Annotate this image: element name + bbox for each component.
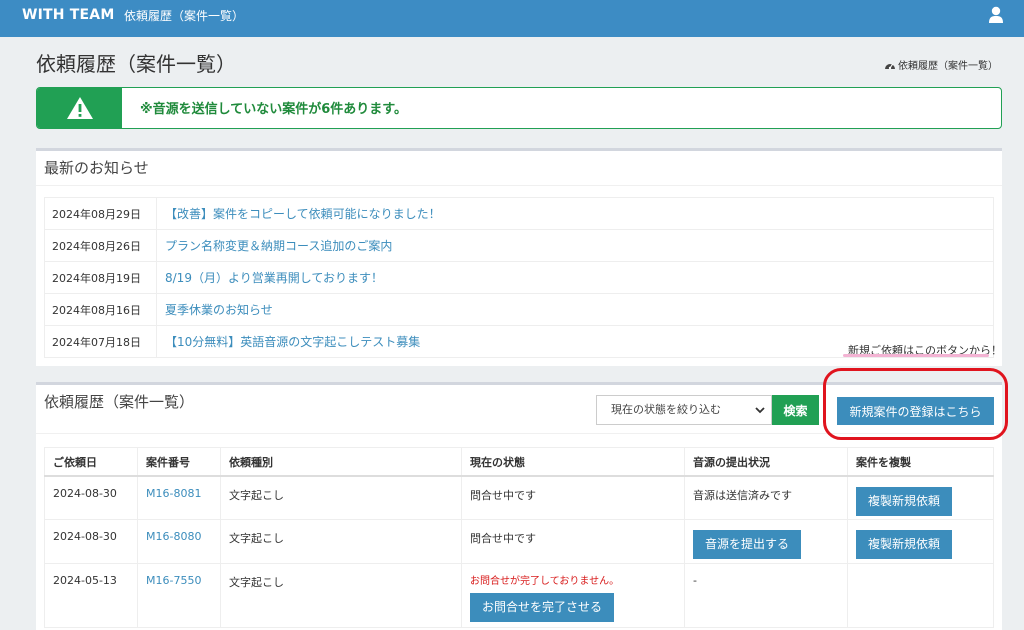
status-filter-select[interactable]: 現在の状態を絞り込む — [596, 395, 772, 425]
breadcrumb[interactable]: 依頼履歴（案件一覧） — [884, 57, 998, 72]
cell-audio-status: 音源は送信済みです — [684, 475, 848, 520]
duplicate-request-button[interactable]: 複製新規依頼 — [856, 486, 953, 516]
col-header-type: 依頼種別 — [220, 447, 462, 477]
inquiry-incomplete-warning: お問合せが完了しておりません。 — [470, 576, 620, 587]
table-row: 2024-05-13 M16-7550 文字起こし お問合せが完了しておりません… — [44, 563, 994, 628]
news-link[interactable]: プラン名称変更＆納期コース追加のご案内 — [156, 229, 994, 262]
cell-date: 2024-08-30 — [44, 519, 138, 564]
table-row: 2024-08-30 M16-8081 文字起こし 問合せ中です 音源は送信済み… — [44, 475, 994, 520]
complete-inquiry-button[interactable]: お問合せを完了させる — [470, 593, 615, 622]
news-date: 2024年08月29日 — [44, 197, 157, 230]
news-panel-title: 最新のお知らせ — [44, 159, 149, 177]
news-row: 2024年08月19日 8/19（月）より営業再開しております！ — [44, 261, 994, 294]
news-row: 2024年08月29日 【改善】案件をコピーして依頼可能になりました！ — [44, 197, 994, 230]
hint-underline — [843, 354, 989, 357]
news-row: 2024年08月16日 夏季休業のお知らせ — [44, 293, 994, 326]
nav-link-request-history[interactable]: 依頼履歴（案件一覧） — [124, 7, 244, 24]
cell-duplicate — [847, 563, 994, 628]
table-row: 2024-08-30 M16-8080 文字起こし 問合せ中です 音源を提出する… — [44, 519, 994, 564]
cell-duplicate: 複製新規依頼 — [847, 475, 994, 520]
cell-type: 文字起こし — [220, 519, 462, 564]
news-date: 2024年07月18日 — [44, 325, 157, 358]
status-filter-value: 現在の状態を絞り込む — [611, 403, 721, 416]
brand-logo[interactable]: WITH TEAM — [22, 7, 114, 23]
breadcrumb-label[interactable]: 依頼履歴（案件一覧） — [898, 57, 998, 72]
cell-case-number: M16-8080 — [137, 519, 221, 564]
case-number-link[interactable]: M16-8080 — [146, 530, 201, 543]
warning-triangle-icon — [66, 97, 93, 119]
cell-type: 文字起こし — [220, 475, 462, 520]
divider — [36, 185, 1002, 186]
cell-audio-status: 音源を提出する — [684, 519, 848, 564]
unsent-audio-alert: ※音源を送信していない案件が6件あります。 — [36, 87, 1002, 129]
duplicate-request-button[interactable]: 複製新規依頼 — [856, 530, 953, 559]
cell-date: 2024-05-13 — [44, 563, 138, 628]
cases-panel: 依頼履歴（案件一覧） 現在の状態を絞り込む 検索 新規案件の登録はこちら ご依頼… — [36, 382, 1002, 630]
cell-duplicate: 複製新規依頼 — [847, 519, 994, 564]
case-number-link[interactable]: M16-7550 — [146, 574, 201, 587]
cell-status: 問合せ中です — [461, 475, 685, 520]
col-header-audio-status: 音源の提出状況 — [684, 447, 848, 477]
divider — [36, 433, 1002, 434]
case-number-link[interactable]: M16-8081 — [146, 487, 201, 500]
table-header-row: ご依頼日 案件番号 依頼種別 現在の状態 音源の提出状況 案件を複製 — [44, 447, 994, 477]
cell-type: 文字起こし — [220, 563, 462, 628]
chevron-down-icon — [755, 407, 765, 414]
news-row: 2024年08月26日 プラン名称変更＆納期コース追加のご案内 — [44, 229, 994, 262]
top-navbar: WITH TEAM 依頼履歴（案件一覧） — [0, 0, 1024, 37]
news-link[interactable]: 8/19（月）より営業再開しております！ — [156, 261, 994, 294]
cell-status: 問合せ中です — [461, 519, 685, 564]
news-date: 2024年08月16日 — [44, 293, 157, 326]
col-header-status: 現在の状態 — [461, 447, 685, 477]
cell-status: お問合せが完了しておりません。 お問合せを完了させる — [461, 563, 685, 628]
col-header-case-number: 案件番号 — [137, 447, 221, 477]
new-case-button[interactable]: 新規案件の登録はこちら — [837, 397, 994, 425]
search-button[interactable]: 検索 — [772, 395, 819, 425]
cell-case-number: M16-7550 — [137, 563, 221, 628]
col-header-date: ご依頼日 — [44, 447, 138, 477]
cell-audio-status: - — [684, 563, 848, 628]
news-date: 2024年08月19日 — [44, 261, 157, 294]
cell-case-number: M16-8081 — [137, 475, 221, 520]
user-icon[interactable] — [988, 6, 1004, 24]
cases-table: ご依頼日 案件番号 依頼種別 現在の状態 音源の提出状況 案件を複製 2024-… — [44, 447, 994, 628]
page-title: 依頼履歴（案件一覧） — [36, 52, 236, 76]
news-date: 2024年08月26日 — [44, 229, 157, 262]
news-table: 2024年08月29日 【改善】案件をコピーして依頼可能になりました！ 2024… — [44, 197, 994, 358]
news-link[interactable]: 【改善】案件をコピーして依頼可能になりました！ — [156, 197, 994, 230]
alert-icon-box — [37, 88, 122, 128]
news-panel: 最新のお知らせ 2024年08月29日 【改善】案件をコピーして依頼可能になりま… — [36, 148, 1002, 366]
col-header-duplicate: 案件を複製 — [847, 447, 994, 477]
cases-panel-title: 依頼履歴（案件一覧） — [44, 393, 195, 411]
cell-date: 2024-08-30 — [44, 475, 138, 520]
submit-audio-button[interactable]: 音源を提出する — [693, 530, 802, 559]
news-link[interactable]: 夏季休業のお知らせ — [156, 293, 994, 326]
dashboard-icon — [885, 63, 895, 69]
alert-message: ※音源を送信していない案件が6件あります。 — [140, 102, 407, 117]
